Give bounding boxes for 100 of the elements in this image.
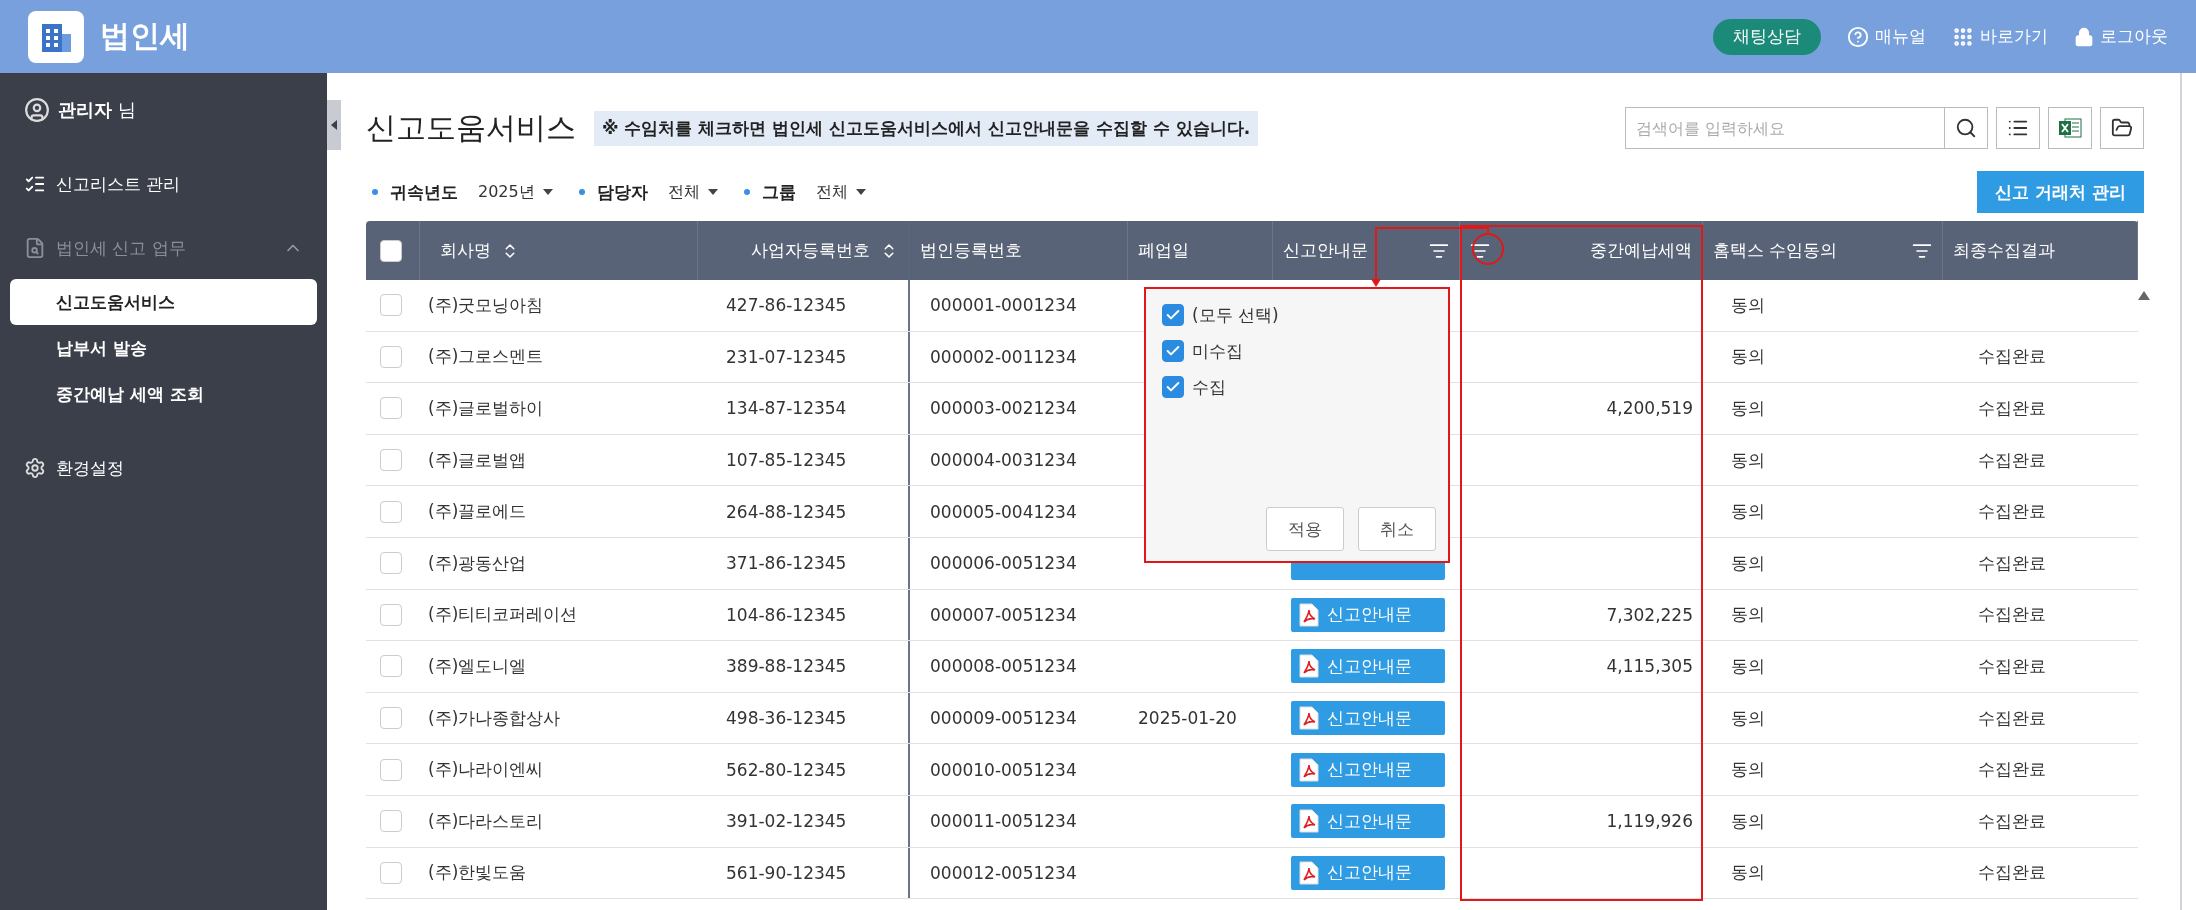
table-cell: 동의: [1731, 758, 1765, 782]
table-cell-text: (주)끌로에드: [427, 500, 528, 524]
row-checkbox[interactable]: [380, 810, 402, 833]
sidebar-subitem[interactable]: 중간예납 세액 조회: [10, 371, 317, 417]
user-name: 관리자 님: [58, 98, 136, 122]
search-button[interactable]: [1944, 107, 1988, 149]
select-all-checkbox[interactable]: [380, 239, 402, 262]
column-header: 법인등록번호: [920, 239, 1022, 262]
table-cell: 수집완료: [1978, 758, 2046, 782]
folder-icon: [2111, 117, 2133, 139]
search-field[interactable]: 검색어를 입력하세요: [1625, 107, 1945, 149]
table-cell-text: 000009-0051234: [929, 707, 1078, 731]
table-cell-text: 000002-0011234: [929, 345, 1078, 369]
pdf-icon: [1299, 860, 1319, 885]
table-cell: 동의: [1731, 551, 1765, 575]
table-cell: 498-36-12345: [726, 708, 847, 729]
option-checkbox[interactable]: [1162, 340, 1184, 362]
column-header: 최종수집결과: [1953, 239, 2055, 262]
popup-button[interactable]: 적용: [1266, 507, 1344, 551]
sidebar-item[interactable]: 환경설정: [10, 451, 317, 485]
table-cell-text: (주)티티코퍼레이션: [427, 603, 579, 627]
excel-button[interactable]: [2048, 107, 2092, 149]
table-cell: 371-86-12345: [726, 553, 847, 574]
table-cell-text: (주)광동산업: [427, 551, 528, 575]
table-cell: 동의: [1731, 448, 1765, 472]
option-checkbox[interactable]: [1162, 304, 1184, 326]
collapse-tab[interactable]: [327, 100, 341, 150]
table-cell: 수집완료: [1978, 448, 2046, 472]
app-logo: [28, 10, 84, 63]
chat-button[interactable]: 채팅상담: [1713, 18, 1821, 55]
table-cell-text: 000007-0051234: [929, 603, 1078, 627]
table-cell: 수집완료: [1978, 551, 2046, 575]
page-title: 신고도움서비스: [366, 108, 576, 147]
table-cell-text: 000010-0051234: [929, 758, 1078, 782]
table-cell: 391-02-12345: [726, 811, 847, 832]
folder-button[interactable]: [2100, 107, 2144, 149]
table-cell: 561-90-12345: [726, 862, 847, 883]
popup-button[interactable]: 취소: [1358, 507, 1436, 551]
sidebar-item[interactable]: 신고리스트 관리: [10, 167, 317, 201]
row-checkbox[interactable]: [380, 449, 402, 472]
caret-down-icon: [707, 189, 718, 195]
help-icon: [1847, 25, 1869, 48]
table-cell: 2025-01-20: [1138, 708, 1237, 729]
user-icon: [24, 97, 50, 123]
header-link-label: 바로가기: [1980, 25, 2048, 48]
bullet-dot: [578, 189, 585, 195]
sidebar-subitem[interactable]: 신고도움서비스: [10, 279, 317, 325]
table-cell-text: (주)굿모닝아침: [427, 293, 545, 317]
sidebar-item-label: 환경설정: [56, 456, 124, 480]
row-checkbox[interactable]: [380, 500, 402, 523]
row-checkbox[interactable]: [380, 552, 402, 575]
row-checkbox[interactable]: [380, 397, 402, 420]
option-label: (모두 선택): [1192, 303, 1279, 327]
filter-label: 그룹: [761, 180, 796, 204]
row-checkbox[interactable]: [380, 758, 402, 781]
table-cell: 동의: [1731, 397, 1765, 420]
list-view-button[interactable]: [1996, 107, 2040, 149]
table-cell-text: (주)글로벌앱: [427, 448, 528, 472]
row-checkbox[interactable]: [380, 655, 402, 678]
row-checkbox[interactable]: [380, 345, 402, 368]
filter-option[interactable]: 미수집: [1158, 335, 1436, 367]
filter-option[interactable]: (모두 선택): [1158, 299, 1436, 331]
filter-select[interactable]: 전체: [807, 181, 874, 203]
document-search-icon: [24, 237, 46, 259]
table-cell-text: 000006-0051234: [929, 552, 1078, 576]
option-checkbox[interactable]: [1162, 376, 1184, 398]
table-cell: 수집완료: [1978, 603, 2046, 627]
table-cell-text: (주)나라이엔씨: [427, 758, 545, 782]
header-link-label: 매뉴얼: [1875, 25, 1926, 48]
caret-left-icon: [331, 120, 337, 130]
option-label: 수집: [1192, 375, 1226, 399]
pdf-icon: [1299, 757, 1319, 782]
pdf-icon: [1299, 602, 1319, 627]
table-cell: 동의: [1731, 345, 1765, 369]
row-checkbox[interactable]: [380, 294, 402, 317]
column-header: 폐업일: [1138, 239, 1189, 262]
table-cell-text: (주)그로스멘트: [427, 345, 545, 369]
table-cell: 수집완료: [1978, 861, 2046, 885]
table-cell: 4,115,305: [1606, 656, 1693, 677]
table-cell: 동의: [1731, 706, 1765, 730]
row-checkbox[interactable]: [380, 861, 402, 884]
table-cell: 104-86-12345: [726, 604, 847, 625]
filter-select[interactable]: 2025년: [470, 181, 561, 203]
table-cell: 수집완료: [1978, 706, 2046, 730]
table-cell: 수집완료: [1978, 345, 2046, 369]
row-checkbox[interactable]: [380, 707, 402, 730]
table-cell: 수집완료: [1978, 500, 2046, 524]
sidebar-subitem[interactable]: 납부서 발송: [10, 325, 317, 371]
filter-option[interactable]: 수집: [1158, 371, 1436, 403]
table-cell: 427-86-12345: [726, 295, 847, 316]
table-cell: 동의: [1731, 809, 1765, 833]
row-checkbox[interactable]: [380, 603, 402, 626]
bullet-dot: [743, 189, 750, 195]
column-header: 홈택스 수임동의: [1713, 239, 1838, 262]
scroll-up-icon[interactable]: [2138, 291, 2150, 300]
column-header: 신고안내문: [1283, 239, 1368, 262]
table-cell-text: (주)다라스토리: [427, 809, 545, 833]
app-title: 법인세: [100, 17, 190, 55]
sidebar-item-label: 신고리스트 관리: [56, 172, 181, 196]
filter-select[interactable]: 전체: [659, 181, 726, 203]
